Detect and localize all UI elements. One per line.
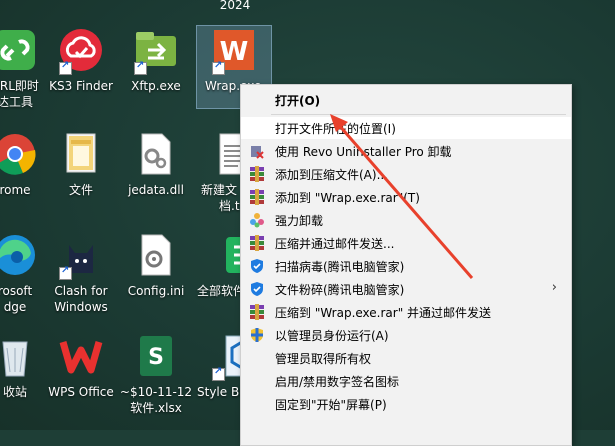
winrar-icon (250, 235, 264, 251)
desktop-icon-clash[interactable]: Clash forWindows (38, 233, 124, 323)
winrar-icon (250, 189, 264, 205)
menu-item-toggle-signature-icon[interactable]: 启用/禁用数字签名图标 (241, 370, 571, 392)
menu-item-take-ownership[interactable]: 管理员取得所有权 (241, 347, 571, 369)
desktop-icon-label: 文件 (68, 183, 93, 197)
shortcut-arrow-icon (212, 366, 225, 381)
winrar-icon (250, 166, 264, 182)
desktop-icon-wps[interactable]: WPS Office (38, 334, 124, 414)
ini-file-icon (141, 234, 171, 276)
menu-item-file-shred[interactable]: 文件粉碎(腾讯电脑管家) › (241, 278, 571, 300)
menu-item-compress-rar-email[interactable]: 压缩到 "Wrap.exe.rar" 并通过邮件发送 (241, 301, 571, 323)
desktop-icon-jedata[interactable]: jedata.dll (113, 132, 199, 212)
menu-separator (271, 114, 566, 115)
desktop-folder-label: 2024 (219, 0, 251, 12)
desktop-icon-label: Clash for Windows (54, 284, 108, 314)
menu-item-add-to-rar[interactable]: 添加到 "Wrap.exe.rar"(T) (241, 186, 571, 208)
desktop-icon-label: Config.ini (127, 284, 185, 298)
desktop-icon-config[interactable]: Config.ini (113, 233, 199, 313)
shortcut-arrow-icon (134, 60, 147, 75)
winrar-icon (250, 304, 264, 320)
chevron-right-icon: › (551, 280, 557, 295)
dll-file-icon (141, 133, 171, 175)
svg-text:S: S (148, 345, 164, 370)
recycle-bin-icon (2, 341, 28, 377)
edge-icon (0, 235, 35, 275)
wps-office-icon (59, 341, 103, 374)
uac-shield-icon (251, 328, 263, 342)
desktop-icon-label: KS3 Finder (49, 79, 113, 93)
folder-icon (66, 133, 96, 173)
menu-item-pin-to-start[interactable]: 固定到"开始"屏幕(P) (241, 393, 571, 415)
menu-item-run-as-admin[interactable]: 以管理员身份运行(A) (241, 324, 571, 346)
menu-item-force-uninstall[interactable]: 强力卸载 (241, 209, 571, 231)
menu-item-add-to-archive[interactable]: 添加到压缩文件(A)... (241, 163, 571, 185)
url-tool-icon (0, 30, 35, 70)
desktop-icon-label: jedata.dll (128, 183, 184, 197)
menu-item-open-file-location[interactable]: 打开文件所在的位置(I) (241, 117, 571, 139)
desktop-icon-xftp[interactable]: Xftp.exe (113, 28, 199, 108)
tencent-shield-icon (251, 282, 263, 296)
desktop-icon-label: ~$10-11-12 软件.xlsx (119, 385, 193, 415)
chrome-icon (0, 134, 36, 175)
desktop-icon-xlsx[interactable]: S ~$10-11-12 软件.xlsx (113, 334, 199, 424)
menu-item-open[interactable]: 打开(O) (241, 88, 571, 112)
xlsx-file-icon: S (140, 336, 172, 376)
context-menu: 打开(O) 打开文件所在的位置(I) 使用 Revo Uninstaller P… (240, 84, 572, 446)
tencent-shield-icon (251, 259, 263, 273)
menu-item-revo-uninstall[interactable]: 使用 Revo Uninstaller Pro 卸载 (241, 140, 571, 162)
shortcut-arrow-icon (212, 60, 225, 75)
desktop-icon-label: WPS Office (48, 385, 114, 399)
force-uninstall-icon (250, 213, 264, 228)
shortcut-arrow-icon (59, 60, 72, 75)
desktop-icon-label: Xftp.exe (131, 79, 181, 93)
menu-item-compress-email[interactable]: 压缩并通过邮件发送... (241, 232, 571, 254)
desktop-icon-folder[interactable]: 文件 (38, 132, 124, 212)
desktop-icon-ks3-finder[interactable]: KS3 Finder (38, 28, 124, 108)
menu-item-scan-virus[interactable]: 扫描病毒(腾讯电脑管家) (241, 255, 571, 277)
revo-uninstaller-icon (251, 146, 264, 159)
shortcut-arrow-icon (59, 265, 72, 280)
